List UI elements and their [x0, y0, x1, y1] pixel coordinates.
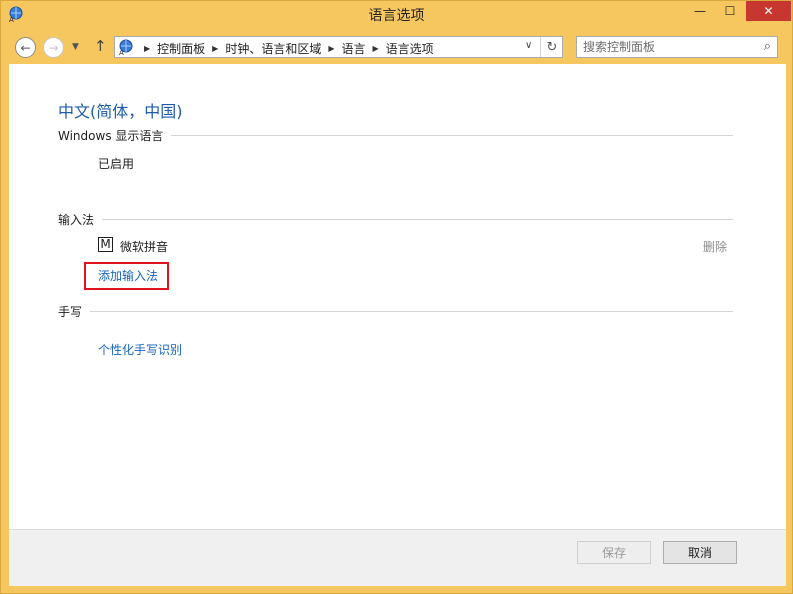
section-heading-label: Windows 显示语言 — [58, 128, 164, 143]
minimize-button[interactable]: — — [685, 1, 715, 21]
control-panel-icon: A — [119, 39, 133, 56]
cancel-button[interactable]: 取消 — [663, 541, 737, 564]
display-language-section-heading: Windows 显示语言 — [58, 127, 733, 143]
main-content: 中文(简体，中国) Windows 显示语言 已启用 输入法 M 微软拼音 删除… — [9, 64, 786, 529]
search-input[interactable] — [583, 39, 753, 55]
breadcrumb-separator-icon[interactable]: ▶ — [212, 44, 218, 53]
add-input-method-link[interactable]: 添加输入法 — [98, 267, 158, 284]
breadcrumb-separator-icon[interactable]: ▶ — [328, 44, 334, 53]
handwriting-section-heading: 手写 — [58, 303, 733, 319]
section-heading-label: 输入法 — [58, 212, 95, 227]
svg-text:A: A — [119, 49, 124, 56]
breadcrumb-separator-icon[interactable]: ▶ — [373, 44, 379, 53]
title-bar: A 语言选项 — ☐ ✕ — [1, 1, 792, 30]
microsoft-pinyin-icon: M — [98, 237, 113, 252]
breadcrumb-separator-icon[interactable]: ▶ — [144, 44, 150, 53]
refresh-button[interactable]: ↻ — [540, 37, 563, 57]
breadcrumb-clock-language-region[interactable]: 时钟、语言和区域 — [225, 40, 321, 57]
address-dropdown-icon[interactable]: ∨ — [525, 40, 532, 51]
search-box[interactable]: ⌕ — [576, 36, 778, 58]
language-options-window: A 语言选项 — ☐ ✕ ← → ▼ ↑ A ▶ 控制面板 ▶ 时钟、语言和区域… — [0, 0, 793, 594]
maximize-button[interactable]: ☐ — [715, 1, 745, 21]
footer-bar: 保存 取消 — [9, 529, 786, 586]
input-method-section-heading: 输入法 — [58, 211, 733, 227]
breadcrumb-control-panel[interactable]: 控制面板 — [157, 40, 205, 57]
search-icon[interactable]: ⌕ — [764, 39, 771, 54]
language-title: 中文(简体，中国) — [58, 102, 183, 121]
navigation-bar: ← → ▼ ↑ A ▶ 控制面板 ▶ 时钟、语言和区域 ▶ 语言 ▶ 语言选项 … — [9, 30, 786, 64]
window-title: 语言选项 — [368, 8, 425, 24]
section-divider — [102, 218, 733, 220]
save-button[interactable]: 保存 — [577, 541, 651, 564]
back-button[interactable]: ← — [15, 37, 36, 58]
breadcrumb: ▶ 控制面板 ▶ 时钟、语言和区域 ▶ 语言 ▶ 语言选项 — [137, 40, 434, 57]
display-language-status: 已启用 — [98, 157, 135, 171]
recent-locations-icon[interactable]: ▼ — [72, 42, 79, 52]
breadcrumb-language[interactable]: 语言 — [342, 40, 366, 57]
ime-name: 微软拼音 — [120, 240, 169, 254]
personalize-handwriting-link[interactable]: 个性化手写识别 — [98, 341, 182, 358]
close-button[interactable]: ✕ — [746, 1, 791, 21]
up-level-button[interactable]: ↑ — [94, 37, 107, 55]
section-divider — [171, 134, 733, 136]
breadcrumb-language-options[interactable]: 语言选项 — [386, 40, 434, 57]
remove-ime-link[interactable]: 删除 — [703, 238, 727, 255]
section-heading-label: 手写 — [58, 304, 83, 319]
forward-button[interactable]: → — [43, 37, 64, 58]
address-bar[interactable]: A ▶ 控制面板 ▶ 时钟、语言和区域 ▶ 语言 ▶ 语言选项 ∨ ↻ — [114, 36, 563, 58]
section-divider — [90, 310, 733, 312]
